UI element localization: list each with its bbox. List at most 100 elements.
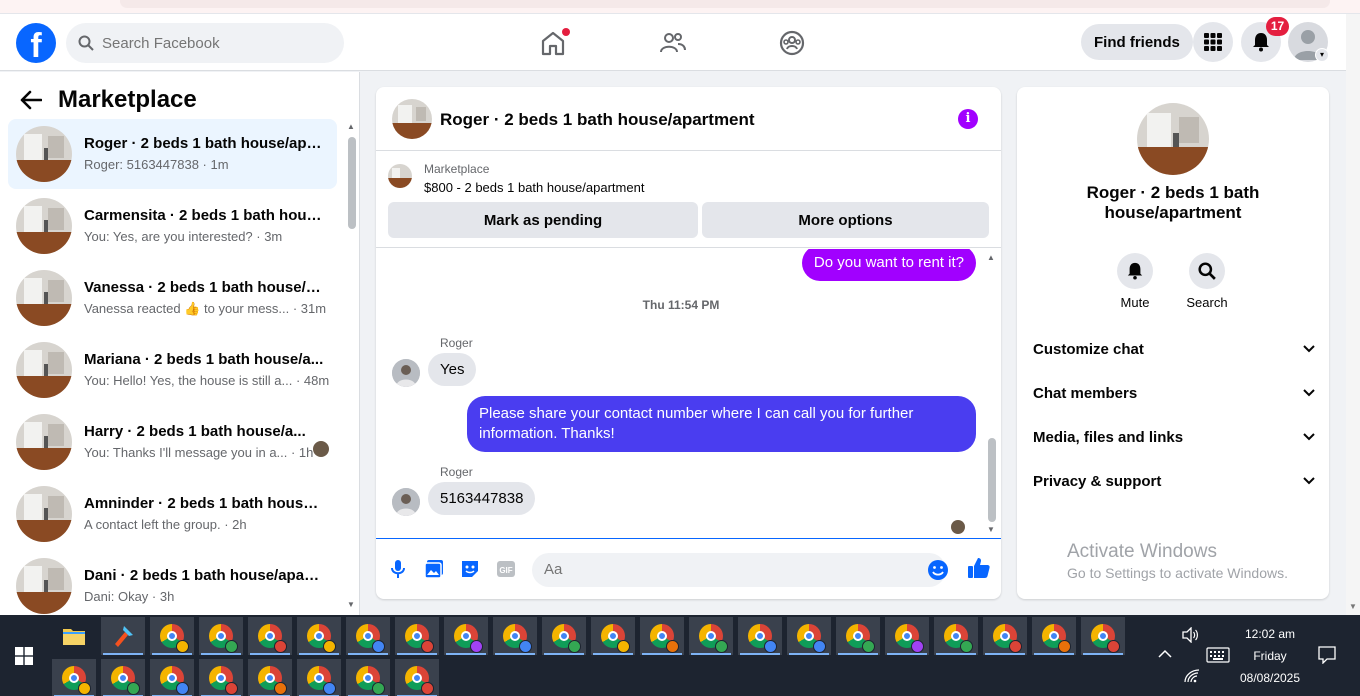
- search-input[interactable]: [102, 34, 322, 52]
- outgoing-message[interactable]: Please share your contact number where I…: [467, 396, 976, 452]
- groups-icon[interactable]: [777, 28, 807, 58]
- chrome-window-icon[interactable]: [885, 617, 929, 655]
- clock-day[interactable]: Friday: [1240, 649, 1300, 663]
- conversation-item[interactable]: Harry · 2 beds 1 bath house/a... You: Tha…: [8, 407, 337, 477]
- chrome-window-icon[interactable]: [297, 617, 341, 655]
- speaker-icon[interactable]: [1181, 627, 1199, 643]
- chrome-window-icon[interactable]: [591, 617, 635, 655]
- chrome-window-icon[interactable]: [395, 659, 439, 696]
- microphone-icon[interactable]: [387, 558, 409, 580]
- listing-price-title[interactable]: $800 - 2 beds 1 bath house/apartment: [424, 180, 644, 195]
- chrome-window-icon[interactable]: [689, 617, 733, 655]
- search-box[interactable]: [66, 23, 344, 63]
- chrome-window-icon[interactable]: [1032, 617, 1076, 655]
- message-input[interactable]: [544, 561, 904, 578]
- chevron-down-icon[interactable]: ▾: [1315, 48, 1329, 62]
- search-action[interactable]: Search: [1177, 253, 1237, 310]
- message-input-container[interactable]: [532, 553, 949, 587]
- bell-icon: [1253, 33, 1269, 52]
- sender-avatar[interactable]: [392, 359, 420, 387]
- sidebar-scrollbar[interactable]: ▲ ▼: [346, 122, 358, 612]
- chrome-window-icon[interactable]: [248, 617, 292, 655]
- chrome-window-icon[interactable]: [395, 617, 439, 655]
- outgoing-message[interactable]: Do you want to rent it?: [801, 249, 976, 281]
- privacy-support-row[interactable]: Privacy & support: [1033, 466, 1315, 496]
- page-title: Marketplace: [58, 86, 197, 113]
- chrome-window-icon[interactable]: [150, 617, 194, 655]
- page-scrollbar[interactable]: ▼: [1346, 14, 1360, 615]
- chrome-window-icon[interactable]: [101, 659, 145, 696]
- more-options-button[interactable]: More options: [702, 202, 989, 238]
- scrollbar-thumb[interactable]: [348, 137, 356, 229]
- listing-small-thumbnail[interactable]: [388, 164, 412, 188]
- incoming-message[interactable]: Yes: [428, 353, 477, 386]
- scroll-down-arrow-icon[interactable]: ▼: [347, 600, 355, 609]
- chrome-window-icon[interactable]: [199, 659, 243, 696]
- sticker-icon[interactable]: [459, 558, 481, 580]
- listing-large-thumbnail[interactable]: [1137, 103, 1209, 175]
- menu-button[interactable]: [1193, 22, 1233, 62]
- keyboard-icon[interactable]: [1206, 647, 1230, 663]
- wifi-icon[interactable]: [1184, 669, 1200, 683]
- scrollbar-thumb[interactable]: [988, 438, 996, 522]
- pinned-app-icon[interactable]: [101, 617, 145, 655]
- chrome-window-icon[interactable]: [346, 617, 390, 655]
- conversation-item[interactable]: Vanessa · 2 beds 1 bath house/a... Vaness…: [8, 263, 337, 333]
- chrome-window-icon[interactable]: [248, 659, 292, 696]
- file-explorer-icon[interactable]: [52, 617, 96, 655]
- chat-scrollbar[interactable]: ▲ ▼: [986, 253, 998, 538]
- conversation-item[interactable]: Dani · 2 beds 1 bath house/apart... Dani:…: [8, 551, 337, 615]
- chrome-window-icon[interactable]: [346, 659, 390, 696]
- chrome-window-icon[interactable]: [934, 617, 978, 655]
- chrome-window-icon[interactable]: [52, 659, 96, 696]
- chrome-window-icon[interactable]: [150, 659, 194, 696]
- browser-tab-strip: [0, 0, 1360, 14]
- conversation-item[interactable]: Carmensita · 2 beds 1 bath hous... You: Y…: [8, 191, 337, 261]
- listing-thumbnail[interactable]: [392, 99, 432, 139]
- friends-icon[interactable]: [658, 28, 688, 58]
- chrome-window-icon[interactable]: [493, 617, 537, 655]
- find-friends-button[interactable]: Find friends: [1081, 24, 1193, 60]
- chevron-up-icon[interactable]: [1158, 649, 1172, 659]
- windows-start-icon[interactable]: [15, 647, 33, 665]
- back-arrow-icon[interactable]: [20, 90, 42, 110]
- notification-center-icon[interactable]: [1318, 646, 1336, 664]
- sender-avatar[interactable]: [392, 488, 420, 516]
- chrome-window-icon[interactable]: [542, 617, 586, 655]
- mark-as-pending-button[interactable]: Mark as pending: [388, 202, 698, 238]
- chat-members-row[interactable]: Chat members: [1033, 378, 1315, 408]
- info-icon[interactable]: i: [958, 109, 978, 129]
- chat-title[interactable]: Roger · 2 beds 1 bath house/apartment: [440, 110, 755, 130]
- chrome-window-icon[interactable]: [297, 659, 341, 696]
- scroll-down-arrow-icon[interactable]: ▼: [1349, 602, 1357, 611]
- clock-time[interactable]: 12:02 am: [1240, 627, 1300, 641]
- scroll-down-arrow-icon[interactable]: ▼: [987, 525, 995, 534]
- gif-icon[interactable]: GIF: [495, 558, 517, 580]
- sender-photo-image: [392, 488, 420, 516]
- chrome-window-icon[interactable]: [787, 617, 831, 655]
- emoji-icon[interactable]: [927, 559, 949, 581]
- conversation-item[interactable]: Roger · 2 beds 1 bath house/apa... Roger:…: [8, 119, 337, 189]
- scroll-up-arrow-icon[interactable]: ▲: [347, 122, 355, 131]
- chrome-window-icon[interactable]: [199, 617, 243, 655]
- browser-address-strip[interactable]: [120, 0, 1330, 8]
- chrome-window-icon[interactable]: [836, 617, 880, 655]
- chrome-window-icon[interactable]: [640, 617, 684, 655]
- chrome-window-icon[interactable]: [444, 617, 488, 655]
- mute-label: Mute: [1120, 295, 1150, 310]
- photo-icon[interactable]: [423, 558, 445, 580]
- thumbs-up-icon[interactable]: [967, 556, 991, 580]
- clock-date[interactable]: 08/08/2025: [1236, 671, 1304, 685]
- conversation-item[interactable]: Mariana · 2 beds 1 bath house/a... You: H…: [8, 335, 337, 405]
- mute-action[interactable]: Mute: [1105, 253, 1165, 310]
- conversation-item[interactable]: Amninder · 2 beds 1 bath house/... A cont…: [8, 479, 337, 549]
- scroll-up-arrow-icon[interactable]: ▲: [987, 253, 995, 262]
- chrome-window-icon[interactable]: [738, 617, 782, 655]
- chrome-window-icon[interactable]: [1081, 617, 1125, 655]
- customize-chat-row[interactable]: Customize chat: [1033, 334, 1315, 364]
- facebook-logo[interactable]: f: [16, 23, 56, 63]
- incoming-message[interactable]: 5163447838: [428, 482, 536, 515]
- media-files-links-row[interactable]: Media, files and links: [1033, 422, 1315, 452]
- chrome-window-icon[interactable]: [983, 617, 1027, 655]
- conversation-name: Harry · 2 beds 1 bath house/a...: [84, 423, 306, 440]
